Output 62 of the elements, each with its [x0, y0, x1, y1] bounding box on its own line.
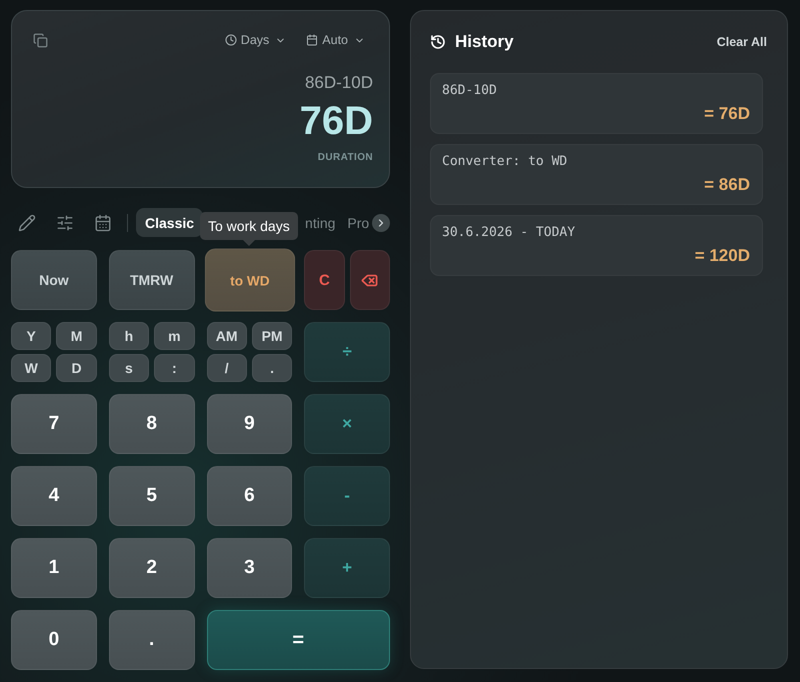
- unit-key[interactable]: s: [108, 354, 150, 382]
- history-result: = 86D: [704, 175, 750, 195]
- digit-key[interactable]: 6: [206, 466, 292, 526]
- result-value: 76D: [300, 99, 373, 143]
- digit-key[interactable]: 1: [11, 538, 97, 598]
- history-entry-card[interactable]: Converter: to WD = 86D: [430, 144, 763, 205]
- digit-key[interactable]: 8: [108, 394, 194, 454]
- unit-key[interactable]: m: [154, 322, 194, 350]
- history-expression: 86D-10D: [442, 83, 497, 99]
- digit-key[interactable]: 5: [108, 466, 194, 526]
- unit-key[interactable]: h: [108, 322, 150, 350]
- expression-text: 86D-10D: [304, 73, 373, 93]
- clock-icon: [224, 34, 237, 46]
- unit-key[interactable]: D: [56, 354, 97, 382]
- unit-key[interactable]: W: [11, 354, 52, 382]
- sliders-icon[interactable]: [56, 214, 74, 232]
- clear-all-button[interactable]: Clear All: [716, 35, 767, 49]
- tab[interactable]: Pro: [347, 214, 370, 230]
- panel-title: History: [455, 32, 514, 52]
- unit-key[interactable]: M: [56, 322, 97, 350]
- operator-key[interactable]: -: [304, 466, 390, 526]
- digit-key[interactable]: 7: [11, 394, 97, 454]
- unit-key[interactable]: PM: [252, 322, 292, 350]
- unit-key[interactable]: .: [252, 354, 292, 382]
- operator-key[interactable]: ÷: [304, 322, 390, 382]
- calendar-icon: [306, 34, 318, 46]
- tab[interactable]: Classic: [136, 208, 204, 237]
- history-icon: [430, 34, 446, 50]
- history-entry-card[interactable]: 86D-10D = 76D: [430, 73, 763, 134]
- operator-key[interactable]: +: [304, 538, 390, 598]
- tab[interactable]: nting: [305, 214, 336, 230]
- dropdown-button[interactable]: Days: [224, 33, 286, 47]
- digit-key[interactable]: 2: [108, 538, 194, 598]
- digit-key[interactable]: 9: [206, 394, 292, 454]
- history-result: = 76D: [704, 104, 750, 124]
- backspace-key[interactable]: [350, 250, 390, 310]
- scroll-right-button[interactable]: [372, 214, 390, 232]
- digit-key[interactable]: .: [108, 610, 194, 670]
- dropdown-button[interactable]: Auto: [306, 33, 365, 47]
- history-entry-card[interactable]: 30.6.2026 - TODAY = 120D: [430, 215, 763, 276]
- unit-key[interactable]: /: [206, 354, 247, 382]
- tooltip: To work days: [200, 212, 298, 246]
- unit-key[interactable]: Y: [11, 322, 52, 350]
- operator-key[interactable]: ×: [304, 394, 390, 454]
- history-result: = 120D: [694, 246, 750, 266]
- pencil-icon[interactable]: [18, 214, 36, 232]
- digit-key[interactable]: 4: [11, 466, 97, 526]
- calendar-icon[interactable]: [94, 214, 112, 232]
- clear-key[interactable]: C: [304, 250, 345, 310]
- digit-key[interactable]: 3: [206, 538, 292, 598]
- unit-key[interactable]: :: [154, 354, 194, 382]
- history-expression: 30.6.2026 - TODAY: [442, 225, 576, 241]
- backspace-icon: [361, 272, 378, 288]
- copy-icon[interactable]: [33, 32, 48, 48]
- convert-key[interactable]: to WD: [204, 248, 294, 312]
- digit-key[interactable]: 0: [11, 610, 97, 670]
- unit-key[interactable]: AM: [206, 322, 247, 350]
- shortcut-key[interactable]: TMRW: [108, 250, 194, 310]
- shortcut-key[interactable]: Now: [11, 250, 97, 310]
- result-type-label: DURATION: [318, 152, 373, 164]
- history-expression: Converter: to WD: [442, 154, 568, 170]
- equals-key[interactable]: =: [206, 610, 390, 670]
